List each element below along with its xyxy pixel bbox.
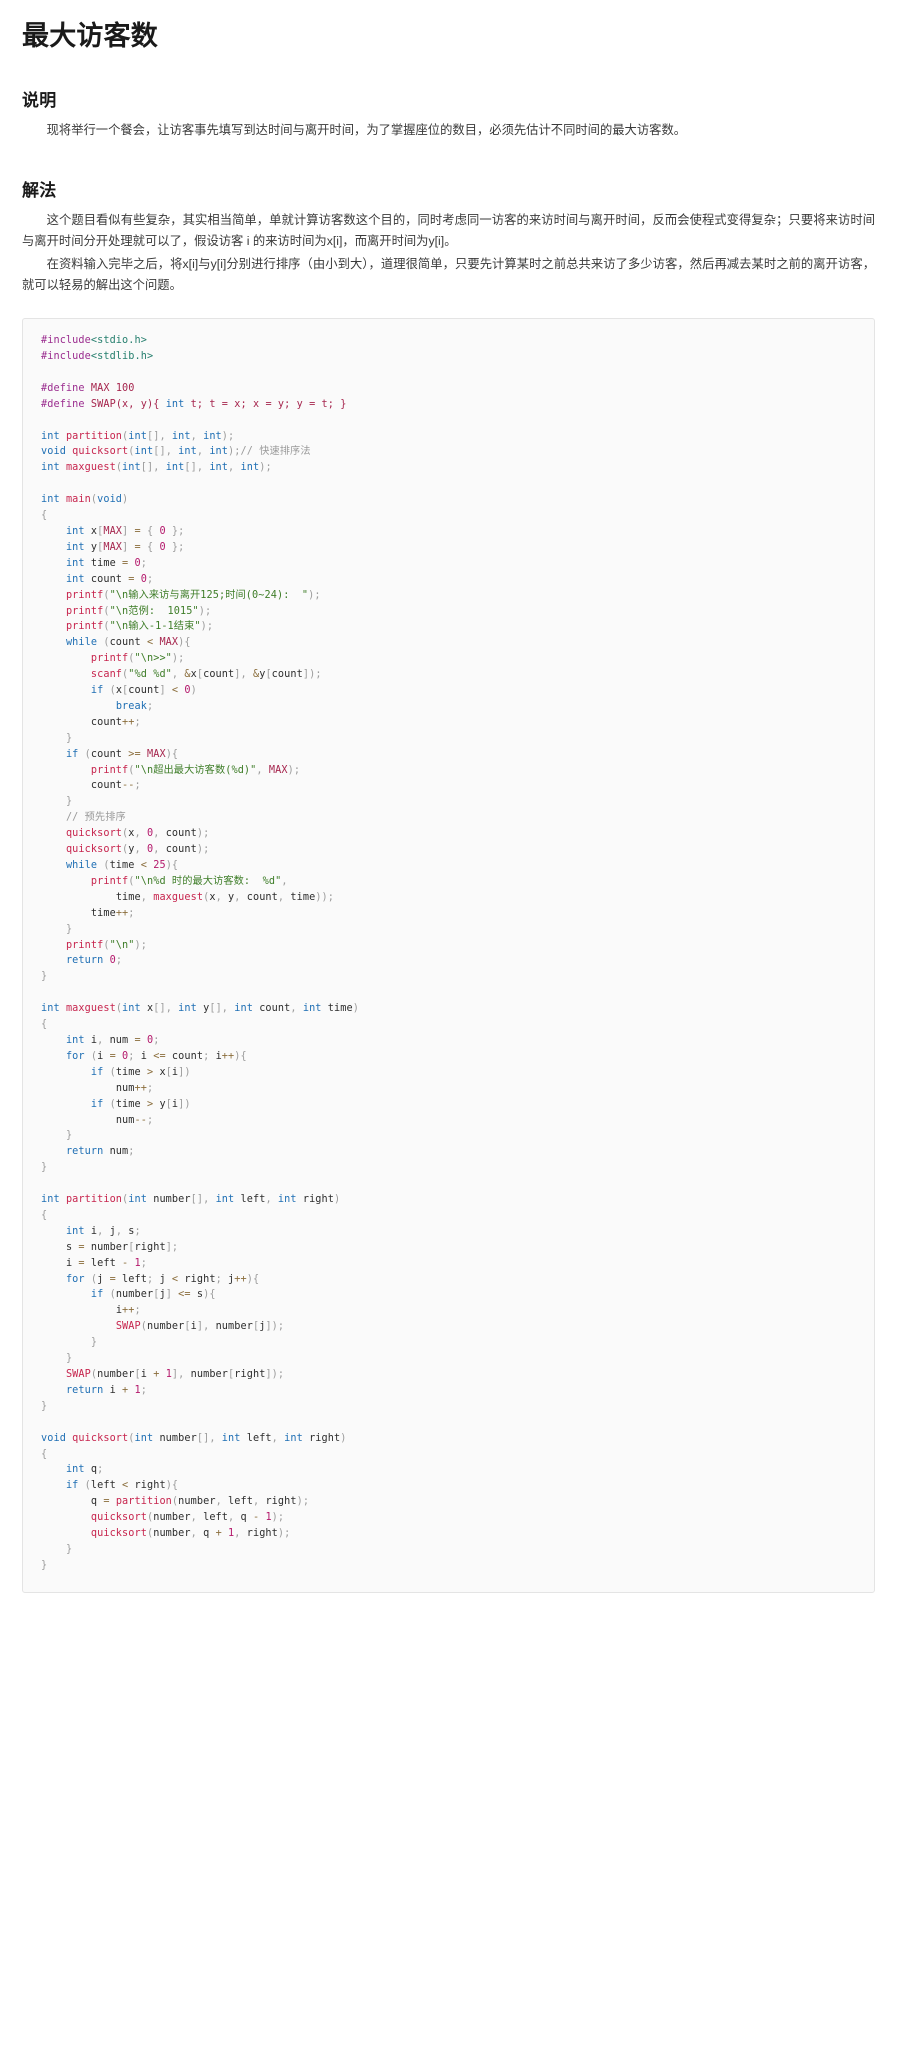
code-block-card: #include<stdio.h> #include<stdlib.h> #de… bbox=[22, 318, 875, 1593]
solution-paragraph-2: 在资料输入完毕之后，将x[i]与y[i]分别进行排序（由小到大），道理很简单，只… bbox=[22, 256, 875, 292]
source-code-content: #include<stdio.h> #include<stdlib.h> #de… bbox=[41, 335, 359, 1571]
solution-paragraph-1: 这个题目看似有些复杂，其实相当简单，单就计算访客数这个目的，同时考虑同一访客的来… bbox=[22, 212, 875, 248]
section-heading-solution: 解法 bbox=[22, 180, 57, 200]
page-title: 最大访客数 bbox=[22, 21, 158, 51]
description-paragraph: 现将举行一个餐会，让访客事先填写到达时间与离开时间，为了掌握座位的数目，必须先估… bbox=[46, 123, 687, 138]
source-code[interactable]: #include<stdio.h> #include<stdlib.h> #de… bbox=[23, 333, 874, 1574]
article-page: 最大访客数 说明 现将举行一个餐会，让访客事先填写到达时间与离开时间，为了掌握座… bbox=[0, 0, 897, 1623]
section-heading-description: 说明 bbox=[22, 91, 57, 111]
